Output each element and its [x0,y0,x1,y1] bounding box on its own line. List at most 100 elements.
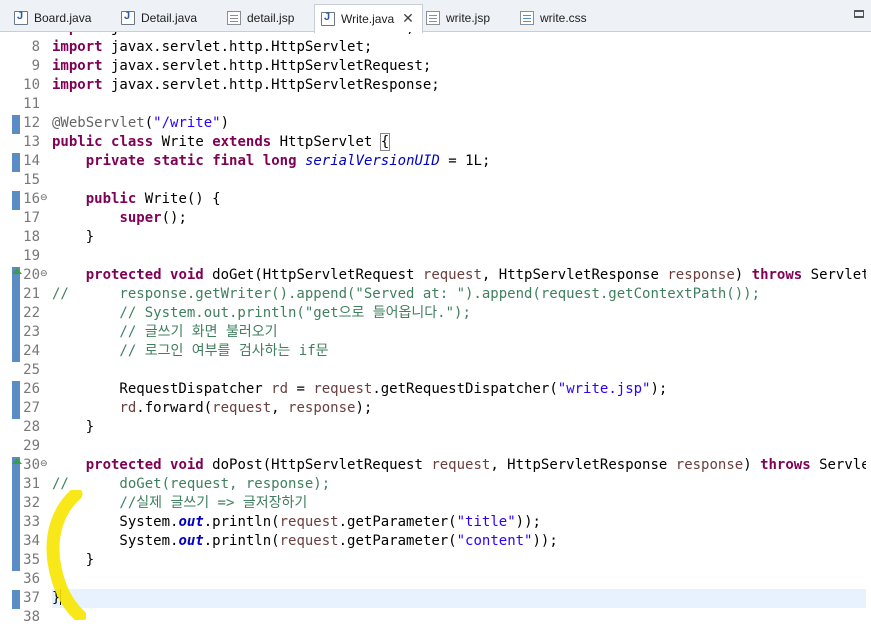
code-line[interactable]: rd.forward(request, response); [52,399,867,418]
code-line[interactable]: // doGet(request, response); [52,475,867,494]
change-marker [12,286,20,305]
line-number: 14 [23,153,40,169]
fold-toggle-icon[interactable]: ⊖ [40,193,48,203]
code-line[interactable]: } [52,418,867,437]
vertical-scrollbar[interactable] [866,32,871,630]
code-line[interactable] [52,437,867,456]
code-line[interactable]: protected void doPost(HttpServletRequest… [52,456,871,475]
close-tab-icon[interactable]: ✕ [402,11,414,27]
line-number: 12 [23,115,40,131]
tab-detail-java[interactable]: Detail.java [115,4,205,32]
line-number-gutter: 7891011121314151617181920212223242526272… [0,32,48,630]
change-marker [12,590,20,609]
line-number: 38 [23,609,40,625]
code-line[interactable] [52,608,867,627]
css-file-icon [520,11,534,25]
change-marker [12,514,20,533]
tab-label: Detail.java [141,11,198,25]
line-number: 26 [23,381,40,397]
line-number: 23 [23,324,40,340]
code-line[interactable]: protected void doGet(HttpServletRequest … [52,266,871,285]
tab-label: write.jsp [446,11,491,25]
tab-write-jsp[interactable]: write.jsp [420,4,498,32]
override-marker-icon [12,268,22,274]
code-line[interactable]: import javax.servlet.http.HttpServletReq… [52,57,867,76]
tab-board-java[interactable]: Board.java [8,4,99,32]
change-marker [12,324,20,343]
line-number: 32 [23,495,40,511]
line-number: 34 [23,533,40,549]
fold-toggle-icon[interactable]: ⊖ [40,459,48,469]
line-number: 28 [23,419,40,435]
tab-label: write.css [540,11,587,25]
line-number: 21 [23,286,40,302]
code-line[interactable]: // 로그인 여부를 검사하는 if문 [52,342,867,361]
code-editor[interactable]: 7891011121314151617181920212223242526272… [0,32,871,630]
change-marker [12,343,20,362]
java-file-icon [121,10,135,25]
jsp-file-icon [227,11,241,25]
tab-label: Board.java [34,11,92,25]
line-number: 31 [23,476,40,492]
code-line[interactable]: } [52,589,867,608]
tab-detail-jsp[interactable]: detail.jsp [221,4,302,32]
code-line[interactable]: super(); [52,209,867,228]
code-line[interactable]: // response.getWriter().append("Served a… [52,285,867,304]
change-marker [12,533,20,552]
code-line[interactable]: RequestDispatcher rd = request.getReques… [52,380,867,399]
code-line[interactable]: import javax.servlet.http.HttpServlet; [52,38,867,57]
editor-tab-bar: Board.java Detail.java detail.jsp Write.… [0,0,871,33]
line-number: 22 [23,305,40,321]
line-number: 13 [23,134,40,150]
code-line[interactable] [52,95,867,114]
code-line[interactable]: import javax.servlet.http.HttpServletRes… [52,76,867,95]
change-marker [12,552,20,571]
change-marker [12,381,20,400]
line-number: 17 [23,210,40,226]
line-number: 8 [31,39,40,55]
code-line[interactable] [52,171,867,190]
change-marker [12,153,20,172]
line-number: 15 [23,172,40,188]
fold-toggle-icon[interactable]: ⊖ [40,269,48,279]
line-number: 25 [23,362,40,378]
line-number: 19 [23,248,40,264]
code-line[interactable]: // 글쓰기 화면 불러오기 [52,323,867,342]
minimize-editor-icon[interactable] [853,9,865,21]
code-line[interactable]: public Write() { [52,190,867,209]
line-number: 27 [23,400,40,416]
code-line[interactable]: } [52,551,867,570]
code-line[interactable] [52,247,867,266]
line-number: 9 [31,58,40,74]
code-line[interactable] [52,361,867,380]
change-marker [12,305,20,324]
code-line[interactable]: //실제 글쓰기 => 글저장하기 [52,494,867,513]
tab-write-java[interactable]: Write.java ✕ [314,4,423,33]
line-number: 29 [23,438,40,454]
text-caret [60,589,62,605]
code-line[interactable] [52,570,867,589]
tab-write-css[interactable]: write.css [514,4,595,32]
code-line[interactable]: System.out.println(request.getParameter(… [52,532,867,551]
code-line[interactable]: @WebServlet("/write") [52,114,867,133]
line-number: 37 [23,590,40,606]
line-number: 11 [23,96,40,112]
code-line[interactable]: } [52,228,867,247]
code-line[interactable]: private static final long serialVersionU… [52,152,867,171]
change-marker [12,191,20,210]
line-number: 35 [23,552,40,568]
line-number: 24 [23,343,40,359]
line-number: 33 [23,514,40,530]
line-number: 36 [23,571,40,587]
change-marker [12,476,20,495]
jsp-file-icon [426,11,440,25]
line-number: 10 [23,77,40,93]
change-marker [12,115,20,134]
code-line[interactable]: System.out.println(request.getParameter(… [52,513,867,532]
code-line[interactable]: // System.out.println("get으로 들어옵니다."); [52,304,867,323]
tab-label: detail.jsp [247,11,295,25]
tab-label: Write.java [341,12,395,26]
java-file-icon [321,11,335,26]
line-number: 18 [23,229,40,245]
code-line[interactable]: public class Write extends HttpServlet { [52,133,867,152]
